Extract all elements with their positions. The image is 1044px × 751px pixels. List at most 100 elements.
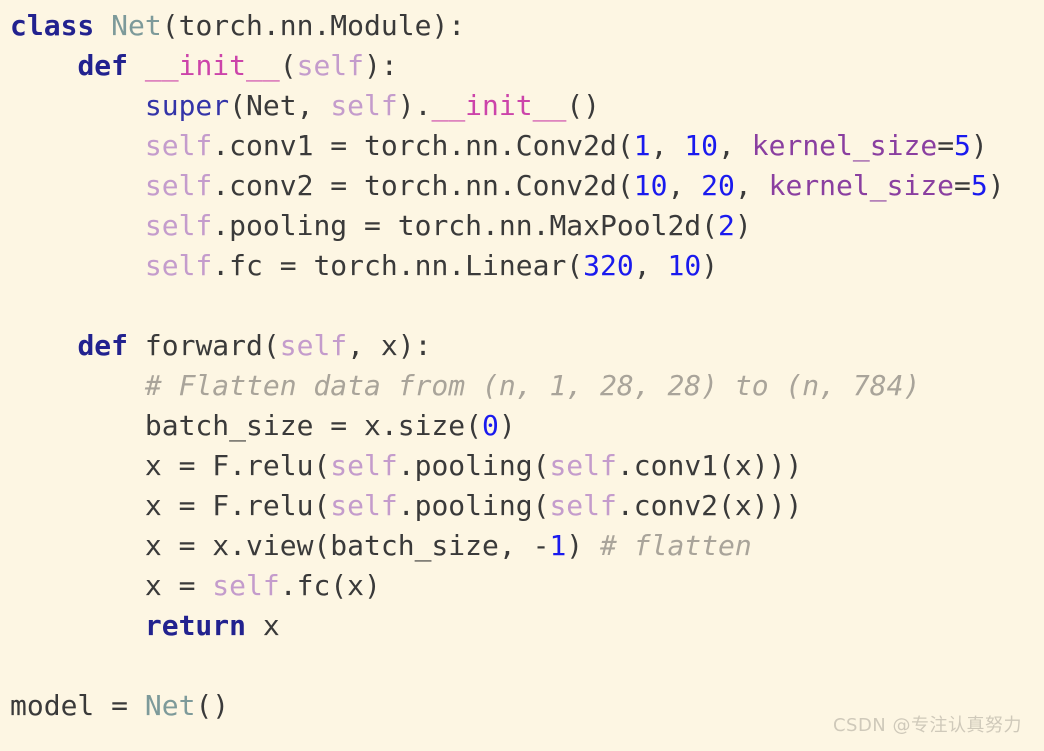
code-line: x = F.relu(self.pooling(self.conv2(x)))	[0, 486, 1044, 526]
code-token-plain: ,	[667, 169, 702, 202]
code-token-num: 2	[718, 209, 735, 242]
code-token-plain: batch_size = x.size(	[144, 409, 483, 442]
code-line: class Net(torch.nn.Module):	[0, 6, 1044, 46]
code-token-comment: # flatten	[600, 529, 752, 562]
code-line: return x	[0, 606, 1044, 646]
code-line: self.conv1 = torch.nn.Conv2d(1, 10, kern…	[0, 126, 1044, 166]
code-token-self: self	[296, 49, 365, 82]
code-token-self: self	[330, 89, 398, 122]
code-token-kw: class	[10, 9, 95, 42]
code-token-num: 20	[701, 169, 735, 202]
code-token-self: self	[144, 169, 213, 202]
code-token-plain: ,	[734, 169, 769, 202]
code-token-kw: def	[77, 49, 129, 82]
code-token-plain: ,	[633, 249, 668, 282]
code-line: batch_size = x.size(0)	[0, 406, 1044, 446]
code-token-num: 5	[970, 169, 988, 202]
code-token-plain: )	[566, 529, 601, 562]
code-token-self: self	[279, 329, 348, 362]
csdn-watermark: CSDN @专注认真努力	[832, 715, 1022, 736]
code-line: def __init__(self):	[0, 46, 1044, 86]
code-token-cls: Net	[111, 9, 162, 42]
code-token-plain: ):	[364, 49, 398, 82]
code-token-plain: )	[701, 249, 719, 282]
code-token-self: self	[330, 449, 398, 482]
code-token-kwarg: kernel_size	[751, 129, 938, 162]
code-token-self: self	[549, 449, 617, 482]
code-token-plain: .fc(x)	[279, 569, 381, 602]
code-token-plain: )	[734, 209, 752, 242]
code-token-num: 10	[667, 249, 702, 282]
code-token-self: self	[144, 249, 213, 282]
code-line: super(Net, self).__init__()	[0, 86, 1044, 126]
code-token-self: self	[549, 489, 617, 522]
code-line: x = x.view(batch_size, -1) # flatten	[0, 526, 1044, 566]
code-token-num: 10	[633, 169, 668, 202]
code-token-kw: def	[77, 329, 129, 362]
code-token-plain: =	[937, 129, 955, 162]
code-token-num: 5	[954, 129, 971, 162]
code-line: x = F.relu(self.pooling(self.conv1(x)))	[0, 446, 1044, 486]
code-token-plain: )	[498, 409, 516, 442]
code-token-comment: # Flatten data from (n, 1, 28, 28) to (n…	[144, 369, 921, 402]
code-token-plain: (	[279, 49, 297, 82]
code-token-num: 1	[549, 529, 567, 562]
code-token-plain: .conv2 = torch.nn.Conv2d(	[212, 169, 634, 202]
code-token-plain: )	[987, 169, 1005, 202]
code-token-plain: (Net,	[229, 89, 331, 122]
code-token-num: 320	[583, 249, 634, 282]
code-token-self: self	[212, 569, 280, 602]
code-token-plain: )	[970, 129, 988, 162]
code-token-plain: .pooling = torch.nn.MaxPool2d(	[212, 209, 719, 242]
code-token-num: 10	[684, 129, 719, 162]
code-line: self.fc = torch.nn.Linear(320, 10)	[0, 246, 1044, 286]
code-token-dunder: __init__	[144, 49, 280, 82]
code-line: # Flatten data from (n, 1, 28, 28) to (n…	[0, 366, 1044, 406]
code-token-plain: ()	[566, 89, 601, 122]
code-token-plain: x	[246, 609, 280, 642]
code-line: def forward(self, x):	[0, 326, 1044, 366]
code-token-plain: =	[954, 169, 971, 202]
code-token-plain: .pooling(	[397, 489, 550, 522]
code-token-plain: .pooling(	[397, 449, 550, 482]
code-token-plain: ,	[650, 129, 685, 162]
code-token-plain: x =	[144, 569, 213, 602]
code-token-plain: model =	[10, 689, 145, 722]
code-line: self.conv2 = torch.nn.Conv2d(10, 20, ker…	[0, 166, 1044, 206]
code-token-builtin: super	[144, 89, 230, 122]
code-token-plain: x = x.view(batch_size, -	[144, 529, 550, 562]
code-token-plain: .conv1 = torch.nn.Conv2d(	[212, 129, 634, 162]
code-token-dunder: __init__	[431, 89, 567, 122]
code-token-plain: ()	[195, 689, 230, 722]
code-token-num: 1	[633, 129, 651, 162]
code-token-plain: x = F.relu(	[144, 489, 331, 522]
code-token-plain: (torch.nn.Module):	[161, 9, 466, 42]
code-token-num: 0	[482, 409, 499, 442]
code-token-kw: return	[144, 609, 247, 642]
code-screenshot-surface: class Net(torch.nn.Module): def __init__…	[0, 0, 1044, 751]
code-token-plain: .fc = torch.nn.Linear(	[212, 249, 584, 282]
code-token-plain: .conv1(x)))	[616, 449, 803, 482]
code-line: self.pooling = torch.nn.MaxPool2d(2)	[0, 206, 1044, 246]
code-token-self: self	[144, 209, 213, 242]
code-token-cls: Net	[144, 689, 196, 722]
code-token-self: self	[144, 129, 213, 162]
code-token-plain: ,	[718, 129, 752, 162]
code-token-kwarg: kernel_size	[768, 169, 955, 202]
python-code-block: class Net(torch.nn.Module): def __init__…	[0, 6, 1044, 726]
